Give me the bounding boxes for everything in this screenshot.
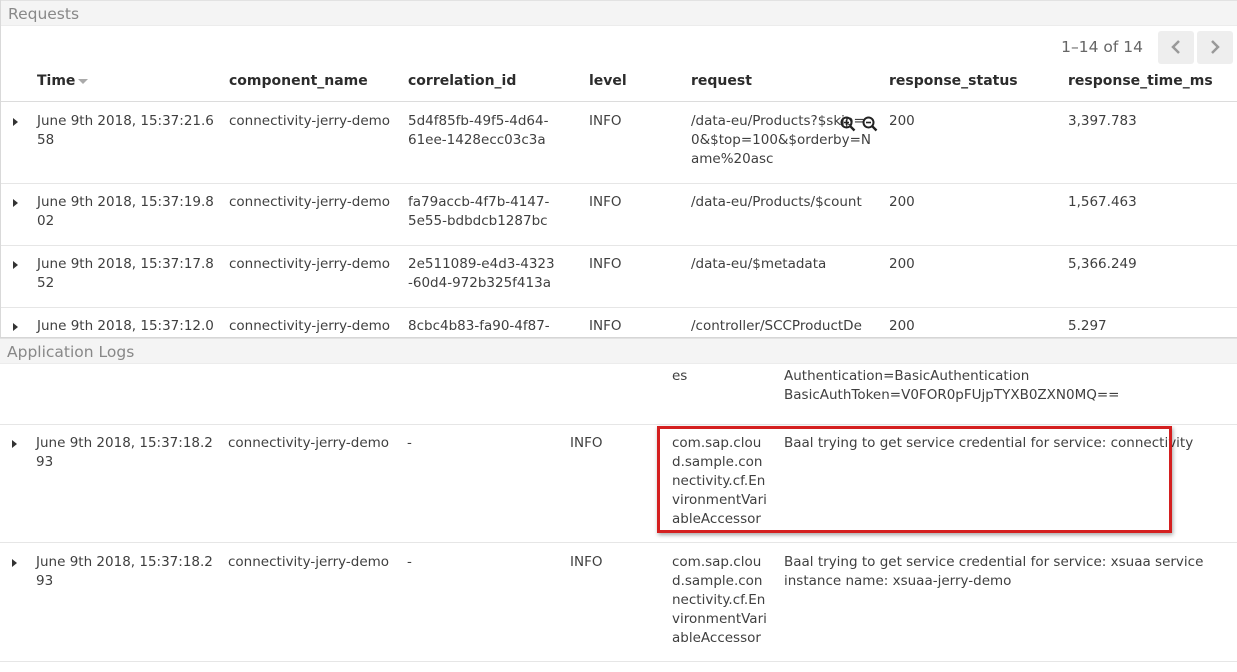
requests-panel-title: Requests <box>1 0 1237 26</box>
chevron-right-icon <box>1211 40 1220 54</box>
cell-time: June 9th 2018, 15:37:21.658 <box>37 113 214 148</box>
chevron-left-icon <box>1171 40 1180 54</box>
cell-request: /data-eu/Products/$count <box>691 194 862 210</box>
cell-logger: com.sap.cloud.sample.connectivity.cf.Env… <box>672 554 767 646</box>
cell-time: June 9th 2018, 15:37:18.293 <box>36 554 213 589</box>
cell-response-time: 5.297 <box>1068 318 1107 334</box>
cell-correlation-id: 8cbc4b83-fa90-4f87- <box>408 318 550 334</box>
column-header-time-label: Time <box>37 73 76 89</box>
cell-correlation-id: - <box>407 554 412 570</box>
cell-message: Baal trying to get service credential fo… <box>784 435 1194 451</box>
cell-component: connectivity-jerry-demo <box>228 554 390 570</box>
cell-correlation-id: 5d4f85fb-49f5-4d64-61ee-1428ecc03c3a <box>408 113 549 148</box>
expand-caret-icon[interactable] <box>13 323 18 331</box>
expand-caret-icon[interactable] <box>13 261 18 269</box>
cell-response-time: 5,366.249 <box>1068 256 1137 272</box>
column-header-component-name[interactable]: component_name <box>229 73 368 89</box>
table-row[interactable]: June 9th 2018, 15:37:12.030 connectivity… <box>1 307 1237 337</box>
column-header-response-time[interactable]: response_time_ms <box>1068 73 1213 89</box>
cell-level: INFO <box>570 554 603 570</box>
cell-time: June 9th 2018, 15:37:17.852 <box>37 256 214 291</box>
cell-level: INFO <box>589 194 622 210</box>
table-row[interactable]: June 9th 2018, 15:37:18.293 connectivity… <box>0 543 1237 662</box>
column-header-level[interactable]: level <box>589 73 627 89</box>
cell-response-time: 1,567.463 <box>1068 194 1137 210</box>
cell-response-time: 3,397.783 <box>1068 113 1137 129</box>
pagination: 1–14 of 14 <box>1061 30 1233 64</box>
column-header-time[interactable]: Time <box>37 73 89 89</box>
cell-request: /controller/SCCProductDem <box>691 318 862 334</box>
cell-response-status: 200 <box>889 256 915 272</box>
zoom-in-icon[interactable] <box>840 116 856 132</box>
cell-level: INFO <box>589 318 622 334</box>
cell-time: June 9th 2018, 15:37:19.802 <box>37 194 214 229</box>
application-logs-panel-title: Application Logs <box>0 338 1237 364</box>
expand-caret-icon[interactable] <box>12 559 17 567</box>
cell-component: connectivity-jerry-demo <box>229 113 391 129</box>
next-page-button[interactable] <box>1197 30 1233 64</box>
cell-correlation-id: fa79accb-4f7b-4147-5e55-bdbdcb1287bc <box>408 194 550 229</box>
cell-component: connectivity-jerry-demo <box>229 256 391 272</box>
sort-caret-icon <box>78 78 89 84</box>
cell-response-status: 200 <box>889 318 915 334</box>
column-header-request[interactable]: request <box>691 73 752 89</box>
cell-time: June 9th 2018, 15:37:12.030 <box>37 318 214 334</box>
cell-request: /data-eu/$metadata <box>691 256 827 272</box>
column-header-correlation-id[interactable]: correlation_id <box>408 73 516 89</box>
cell-level: INFO <box>589 256 622 272</box>
table-row[interactable]: June 9th 2018, 15:37:18.293 connectivity… <box>0 424 1237 543</box>
application-logs-panel: ctionAttribut es ProxyType=ONPREMISE Aut… <box>0 337 1237 672</box>
cell-response-status: 200 <box>889 113 915 129</box>
cell-correlation-id: 2e511089-e4d3-4323-60d4-972b325f413a <box>408 256 555 291</box>
pagination-count: 1–14 of 14 <box>1061 38 1143 56</box>
message-line: Authentication=BasicAuthentication <box>784 368 1030 384</box>
expand-caret-icon[interactable] <box>13 199 18 207</box>
cell-component: connectivity-jerry-demo <box>228 435 390 451</box>
cell-level: INFO <box>589 113 622 129</box>
expand-caret-icon[interactable] <box>13 118 18 126</box>
column-header-response-status[interactable]: response_status <box>889 73 1018 89</box>
table-row[interactable]: June 9th 2018, 15:37:21.658 connectivity… <box>1 102 1237 184</box>
cell-response-status: 200 <box>889 194 915 210</box>
cell-component: connectivity-jerry-demo <box>229 318 391 334</box>
previous-page-button[interactable] <box>1158 30 1194 64</box>
cell-correlation-id: - <box>407 435 412 451</box>
cell-component: connectivity-jerry-demo <box>229 194 391 210</box>
cell-logger: com.sap.cloud.sample.connectivity.cf.Env… <box>672 435 767 527</box>
cell-level: INFO <box>570 435 603 451</box>
table-row[interactable]: June 9th 2018, 15:37:19.802 connectivity… <box>1 183 1237 246</box>
zoom-out-icon[interactable] <box>862 116 878 132</box>
message-line: BasicAuthToken=V0FOR0pFUjpTYXB0ZXN0MQ== <box>784 387 1120 403</box>
expand-caret-icon[interactable] <box>12 440 17 448</box>
cell-message: Baal trying to get service credential fo… <box>784 554 1204 589</box>
cell-time: June 9th 2018, 15:37:18.293 <box>36 435 213 470</box>
requests-panel: Requests 1–14 of 14 Time component_name … <box>0 0 1237 337</box>
table-row[interactable]: June 9th 2018, 15:37:17.852 connectivity… <box>1 245 1237 308</box>
